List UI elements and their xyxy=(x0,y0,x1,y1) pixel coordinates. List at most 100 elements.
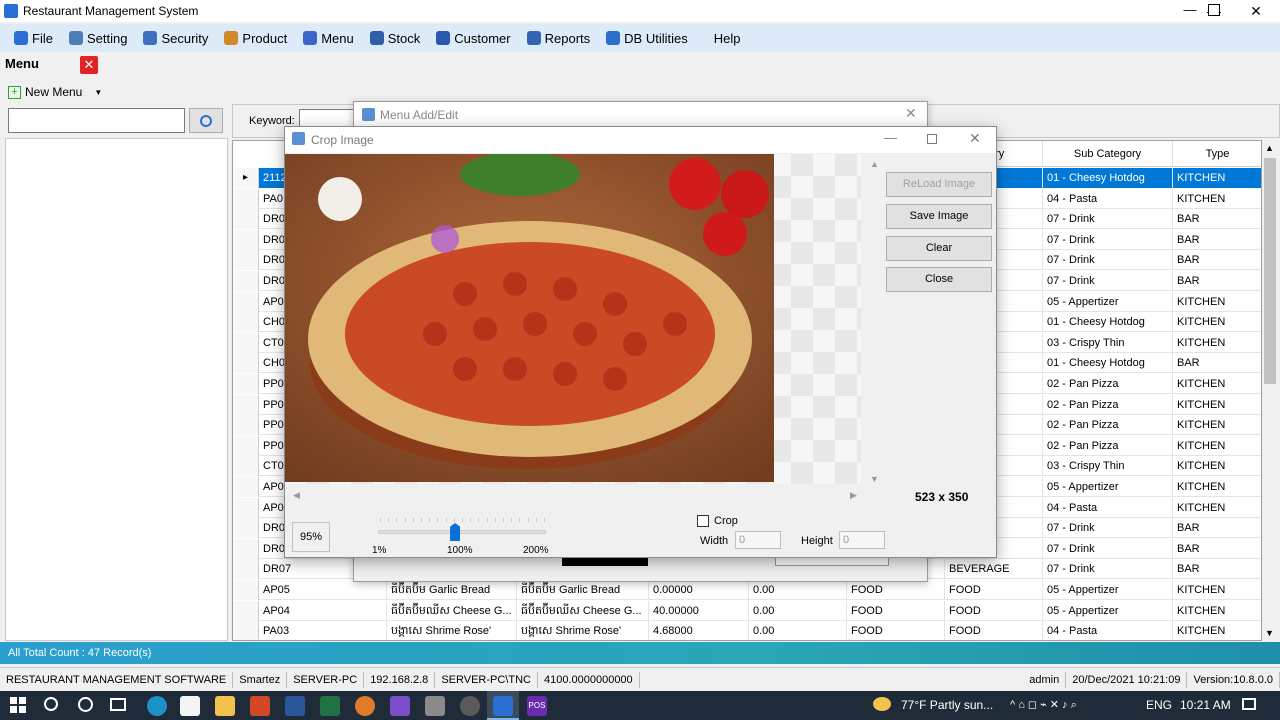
cell-type[interactable]: KITCHEN xyxy=(1173,374,1261,394)
row-header[interactable] xyxy=(233,394,259,415)
cell-type[interactable]: KITCHEN xyxy=(1173,477,1261,497)
scroll-up-icon[interactable]: ▲ xyxy=(1265,143,1274,153)
row-header[interactable] xyxy=(233,353,259,374)
cell-type[interactable]: KITCHEN xyxy=(1173,333,1261,353)
row-header[interactable] xyxy=(233,456,259,477)
menu-security[interactable]: Security xyxy=(135,26,216,50)
img-scroll-up-icon[interactable]: ▲ xyxy=(870,159,879,169)
cell-type[interactable]: BAR xyxy=(1173,250,1261,270)
table-row[interactable]: AP04 ធីប៊ីតប៊ីមឈីស Cheese G... ធីប៊ីតប៊ីមឈ… xyxy=(233,600,1261,621)
restore-button[interactable] xyxy=(1208,4,1220,16)
cell-type[interactable]: BAR xyxy=(1173,209,1261,229)
crop-maximize-icon[interactable] xyxy=(927,134,937,144)
row-header[interactable] xyxy=(233,580,259,600)
menu-setting[interactable]: Setting xyxy=(61,26,135,50)
start-icon[interactable] xyxy=(10,697,26,713)
menu-stock[interactable]: Stock xyxy=(362,26,429,50)
cell-sub[interactable]: 05 - Appertizer xyxy=(1043,580,1173,600)
col-header-type[interactable]: Type xyxy=(1173,141,1261,167)
cell-sub[interactable]: 02 - Pan Pizza xyxy=(1043,374,1173,394)
notifications-icon[interactable] xyxy=(1242,698,1256,710)
cell-sub[interactable]: 02 - Pan Pizza xyxy=(1043,394,1173,415)
cell-sub[interactable]: 07 - Drink xyxy=(1043,518,1173,539)
row-header[interactable] xyxy=(233,518,259,539)
menu-db-utilities[interactable]: DB Utilities xyxy=(598,26,696,50)
cell-sub[interactable]: 07 - Drink xyxy=(1043,229,1173,250)
weather-text[interactable]: 77°F Partly sun... xyxy=(901,698,993,712)
cell-type[interactable]: KITCHEN xyxy=(1173,498,1261,518)
cell-name2[interactable]: ធីប៊ីតប៊ីម Garlic Bread xyxy=(517,580,649,600)
row-header[interactable] xyxy=(233,332,259,353)
cell-type[interactable]: KITCHEN xyxy=(1173,601,1261,621)
cell-sub[interactable]: 07 - Drink xyxy=(1043,209,1173,230)
img-scroll-down-icon[interactable]: ▼ xyxy=(870,474,879,484)
addedit-close-icon[interactable]: ✕ xyxy=(905,105,917,122)
language-indicator[interactable]: ENG xyxy=(1146,698,1172,712)
menu-help[interactable]: Help xyxy=(706,26,749,50)
cortana-icon[interactable] xyxy=(78,697,93,712)
cell-sub[interactable]: 02 - Pan Pizza xyxy=(1043,435,1173,456)
image-canvas[interactable] xyxy=(285,154,861,484)
background-color-swatch[interactable] xyxy=(775,558,889,566)
text-color-swatch[interactable] xyxy=(562,558,648,566)
taskbar-search-icon[interactable] xyxy=(44,697,58,711)
row-header[interactable] xyxy=(233,538,259,559)
menu-product[interactable]: Product xyxy=(216,26,295,50)
cell-type[interactable]: KITCHEN xyxy=(1173,415,1261,435)
cell-disc[interactable]: 0.00 xyxy=(749,580,847,600)
cell-type[interactable]: BAR xyxy=(1173,559,1261,579)
image-vertical-scrollbar[interactable] xyxy=(865,154,883,484)
scroll-down-icon[interactable]: ▼ xyxy=(1265,628,1274,638)
row-header[interactable] xyxy=(233,188,259,209)
search-input[interactable] xyxy=(8,108,185,133)
reload-image-button[interactable]: ReLoad Image xyxy=(886,172,992,197)
minimize-button[interactable]: — xyxy=(1170,0,1210,22)
close-panel-button[interactable]: ✕ xyxy=(80,56,98,74)
cell-sub[interactable]: 04 - Pasta xyxy=(1043,621,1173,640)
cell-type[interactable]: KITCHEN xyxy=(1173,621,1261,640)
cell-type[interactable]: KITCHEN xyxy=(1173,436,1261,456)
img-scroll-right-icon[interactable]: ▶ xyxy=(850,490,857,501)
cell-category[interactable]: BEVERAGE xyxy=(945,559,1043,580)
cell-code[interactable]: PA03 xyxy=(259,621,387,640)
cell-disc[interactable]: 0.00 xyxy=(749,621,847,640)
cell-type[interactable]: BAR xyxy=(1173,230,1261,250)
img-scroll-left-icon[interactable]: ◀ xyxy=(293,490,300,501)
store-icon[interactable] xyxy=(180,696,200,716)
zoom-slider-track[interactable] xyxy=(378,530,546,534)
row-header[interactable] xyxy=(233,291,259,312)
row-header[interactable] xyxy=(233,250,259,271)
cell-sub[interactable]: 07 - Drink xyxy=(1043,250,1173,271)
cell-sub[interactable]: 07 - Drink xyxy=(1043,271,1173,291)
cell-type[interactable]: KITCHEN xyxy=(1173,580,1261,600)
crop-minimize-icon[interactable]: — xyxy=(884,130,897,145)
cell-sub[interactable]: 03 - Crispy Thin xyxy=(1043,456,1173,477)
cell-sub[interactable]: 04 - Pasta xyxy=(1043,497,1173,518)
height-stepper[interactable]: 0 xyxy=(839,531,885,549)
app-icon-orange[interactable] xyxy=(355,696,375,716)
cell-sub[interactable]: 01 - Cheesy Hotdog xyxy=(1043,353,1173,374)
cell-sub[interactable]: 07 - Drink xyxy=(1043,538,1173,559)
row-header[interactable] xyxy=(233,415,259,436)
pos-icon[interactable]: POS xyxy=(527,696,547,716)
cell-type[interactable]: KITCHEN xyxy=(1173,292,1261,312)
row-header[interactable] xyxy=(233,559,259,580)
tool-icon[interactable] xyxy=(425,696,445,716)
table-row[interactable]: PA03 បង្គាសេ Shrime Rose' បង្គាសេ Shrime R… xyxy=(233,621,1261,640)
menu-menu[interactable]: Menu xyxy=(295,26,362,50)
cell-group[interactable]: FOOD xyxy=(847,600,945,621)
crop-checkbox[interactable] xyxy=(697,515,709,527)
cell-price[interactable]: 4.68000 xyxy=(649,621,749,640)
cell-type[interactable]: KITCHEN xyxy=(1173,312,1261,332)
cell-name2[interactable]: បង្គាសេ Shrime Rose' xyxy=(517,621,649,640)
cell-sub[interactable]: 03 - Crispy Thin xyxy=(1043,332,1173,353)
task-view-icon[interactable] xyxy=(110,698,126,711)
cell-category[interactable]: FOOD xyxy=(945,600,1043,621)
cell-sub[interactable]: 05 - Appertizer xyxy=(1043,291,1173,312)
crop-close-icon[interactable]: ✕ xyxy=(969,130,981,147)
row-header[interactable] xyxy=(233,477,259,497)
cell-category[interactable]: FOOD xyxy=(945,621,1043,640)
word-icon[interactable] xyxy=(285,696,305,716)
row-header[interactable] xyxy=(233,209,259,230)
cell-type[interactable]: KITCHEN xyxy=(1173,395,1261,415)
